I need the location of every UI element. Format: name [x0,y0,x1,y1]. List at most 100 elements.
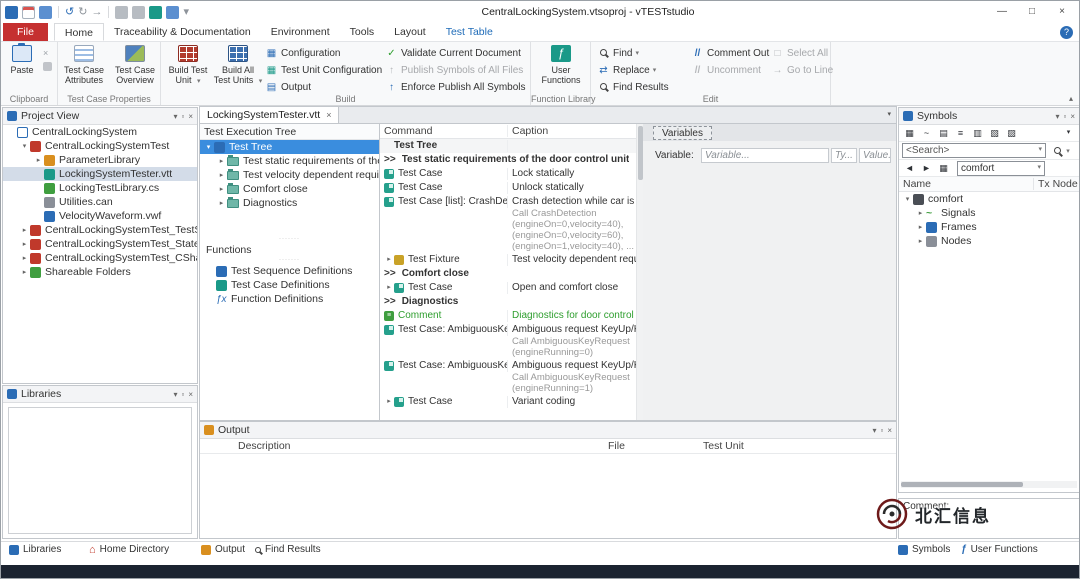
document-tab[interactable]: LockingSystemTester.vtt × [200,107,339,123]
tab-layout[interactable]: Layout [384,23,436,41]
table-row[interactable]: Test Case Unlock statically [380,181,636,195]
validate-current-document-button[interactable]: ✓ Validate Current Document [385,45,521,61]
symbols-horizontal-scrollbar[interactable] [901,481,1077,488]
panel-pin-icon[interactable]: ▫ [181,390,184,399]
tree-item-cs-file[interactable]: LockingTestLibrary.cs [3,181,197,195]
find-button[interactable]: Find▾ [597,45,639,61]
symbol-explorer-icon[interactable]: ▦ [902,126,917,140]
toolbar-more-icon[interactable]: ▾ [1061,126,1076,140]
panel-dropdown-icon[interactable]: ▾ [1055,112,1059,121]
panel-pin-icon[interactable]: ▫ [880,426,883,435]
tab-tools[interactable]: Tools [340,23,385,41]
waveform-icon[interactable] [149,6,162,19]
panel-pin-icon[interactable]: ▫ [181,112,184,121]
symbols-find-button[interactable]: ▾ [1049,143,1075,158]
message-view-icon[interactable]: ▤ [936,126,951,140]
exec-tree-item-test-tree[interactable]: ▾Test Tree [200,140,379,154]
close-button[interactable]: × [1047,1,1077,23]
functions-item-function-definitions[interactable]: ƒxFunction Definitions [200,292,379,306]
panel-dropdown-icon[interactable]: ▾ [173,390,177,399]
symbols-tree-item-nodes[interactable]: ▸Nodes [899,234,1079,248]
table-row[interactable]: ▸Test Fixture Test velocity dependent re… [380,253,636,267]
tab-traceability-documentation[interactable]: Traceability & Documentation [104,23,261,41]
maximize-button[interactable]: □ [1017,1,1047,23]
tree-item-shareable-folders[interactable]: ▸Shareable Folders [3,265,197,279]
test-unit-configuration-button[interactable]: ▦ Test Unit Configuration [265,62,382,78]
splitter-grip[interactable]: ······· [200,257,379,264]
tab-test-table[interactable]: Test Table [436,23,503,41]
statusbar-user-functions[interactable]: ƒ User Functions [961,544,1038,555]
splitter-grip[interactable]: ······· [200,236,379,243]
build-icon[interactable] [115,6,128,19]
panel-close-icon[interactable]: × [188,390,193,399]
forward-icon[interactable]: → [91,6,102,19]
variables-title[interactable]: Variables [653,126,712,140]
exec-tree-item[interactable]: ▸Test static requirements of the... [200,154,379,168]
build-all-icon[interactable] [132,6,145,19]
test-case-overview-button[interactable]: Test Case Overview [110,44,160,92]
panel-close-icon[interactable]: × [188,112,193,121]
output-list[interactable] [200,454,896,536]
list-view-icon[interactable]: ≡ [953,126,968,140]
publish-symbols-button[interactable]: ↑ Publish Symbols of All Files [385,62,523,78]
redo-icon[interactable]: ↻ [78,6,87,19]
variable-type-field[interactable]: Ty... [831,148,857,163]
statusbar-libraries[interactable]: Libraries [9,544,61,555]
table-row[interactable]: ▸Test Case Open and comfort close [380,281,636,295]
filter-icon[interactable]: ▧ [987,126,1002,140]
panel-dropdown-icon[interactable]: ▾ [173,112,177,121]
tree-item-can-file[interactable]: Utilities.can [3,195,197,209]
table-row[interactable]: >>Test static requirements of the door c… [380,153,636,167]
symbols-search-input[interactable]: <Search> ▾ [902,143,1046,158]
tree-item-waveform-file[interactable]: VelocityWaveform.vwf [3,209,197,223]
table-row[interactable]: Test Case Lock statically [380,167,636,181]
help-icon[interactable]: ? [1060,26,1073,39]
table-row[interactable]: Test Tree [380,139,636,153]
minimize-button[interactable]: — [987,1,1017,23]
column-test-unit[interactable]: Test Unit [703,440,744,452]
database-icon[interactable]: ▦ [936,161,951,175]
table-row[interactable]: Test Case: AmbiguousKey... Ambiguous req… [380,323,636,359]
open-project-icon[interactable] [39,6,52,19]
save-icon[interactable] [5,6,18,19]
panel-dropdown-icon[interactable]: ▾ [872,426,876,435]
table-row[interactable]: ≡Comment Diagnostics for door control un… [380,309,636,323]
copy-icon[interactable] [43,62,52,71]
functions-item-test-sequence-definitions[interactable]: Test Sequence Definitions [200,264,379,278]
tab-home[interactable]: Home [54,23,104,41]
exec-tree-item[interactable]: ▸Comfort close [200,182,379,196]
column-tx-node[interactable]: Tx Node [1033,178,1079,190]
ribbon-collapse-icon[interactable]: ▴ [1069,94,1073,103]
document-tab-close-icon[interactable]: × [326,110,331,120]
column-name[interactable]: Name [899,178,1033,190]
table-row[interactable]: >>Comfort close [380,267,636,281]
user-functions-button[interactable]: ƒ User Functions [536,44,586,92]
variable-value-field[interactable]: Value... [859,148,891,163]
build-all-test-units-button[interactable]: Build All Test Units ▾ [213,44,263,92]
configuration-button[interactable]: ▦ Configuration [265,45,340,61]
tree-item-test-unit[interactable]: ▾CentralLockingSystemTest [3,139,197,153]
uncomment-button[interactable]: // Uncomment [691,62,761,78]
grid-view-icon[interactable]: ▥ [970,126,985,140]
statusbar-symbols[interactable]: Symbols [898,544,950,555]
table-row[interactable]: ▸Test Case Variant coding [380,395,636,409]
replace-button[interactable]: ⇄ Replace▾ [597,62,656,78]
cut-icon[interactable]: × [43,48,48,58]
libraries-list[interactable] [8,407,192,534]
build-test-unit-button[interactable]: Build Test Unit ▾ [163,44,213,92]
tree-item-parameter-library[interactable]: ▸ParameterLibrary [3,153,197,167]
statusbar-home-directory[interactable]: ⌂ Home Directory [89,544,169,555]
column-description[interactable]: Description [238,440,291,452]
symbols-tree-item-comfort[interactable]: ▾comfort [899,192,1079,206]
scrollbar-thumb[interactable] [901,482,1023,487]
panel-pin-icon[interactable]: ▫ [1063,112,1066,121]
next-icon[interactable]: ► [919,161,934,175]
select-all-button[interactable]: □ Select All [771,45,828,61]
tree-item-project-root[interactable]: CentralLockingSystem [3,125,197,139]
statusbar-output[interactable]: Output [201,544,245,555]
statusbar-find-results[interactable]: Find Results [255,544,321,555]
tab-file[interactable]: File [3,23,48,41]
table-row[interactable]: >>Diagnostics [380,295,636,309]
symbols-tree-item-signals[interactable]: ▸~Signals [899,206,1079,220]
variable-name-field[interactable]: Variable... [701,148,829,163]
